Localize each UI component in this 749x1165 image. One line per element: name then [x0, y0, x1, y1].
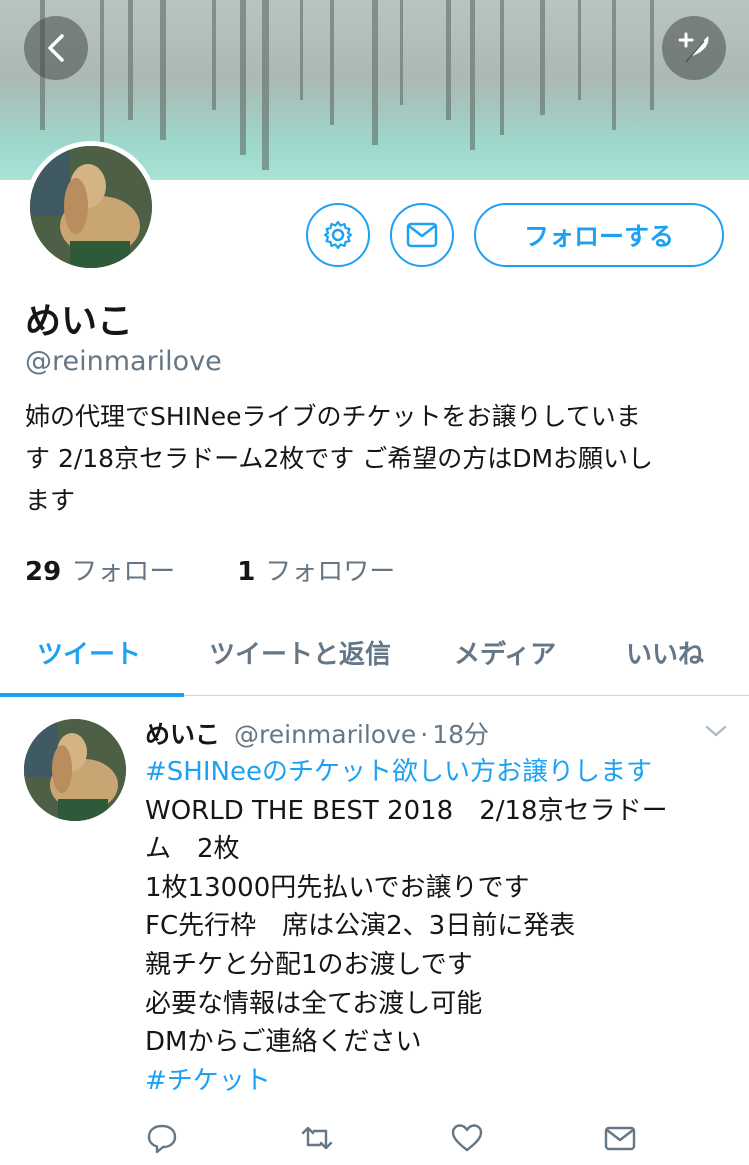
dog-photo-icon: [30, 146, 152, 268]
bio-line: す 2/18京セラドーム2枚です ご希望の方はDMお願いし: [25, 444, 654, 473]
tweet-actions: [0, 1121, 749, 1157]
tweet-hashtag[interactable]: #チケット: [145, 1062, 735, 1101]
bio-line: ます: [25, 486, 76, 515]
reply-bubble-icon[interactable]: [145, 1121, 179, 1155]
following-count: 29: [25, 557, 62, 587]
tweet-line: FC先行枠 席は公演2、3日前に発表: [145, 911, 576, 942]
tweet-item[interactable]: めいこ @reinmarilove · 18分 #SHINeeのチケット欲しい方…: [0, 697, 749, 1165]
avatar-image: [30, 146, 152, 268]
settings-button[interactable]: [306, 203, 370, 267]
envelope-icon: [406, 222, 438, 248]
tweet-hashtag-line[interactable]: #SHINeeのチケット欲しい方お譲りします: [145, 753, 735, 792]
profile-stats: 29 フォロー 1 フォロワー: [25, 551, 395, 588]
heart-icon[interactable]: [450, 1121, 484, 1155]
tab-likes[interactable]: いいね: [626, 634, 704, 671]
followers-stat[interactable]: 1 フォロワー: [237, 551, 395, 588]
tweet-line: WORLD THE BEST 2018 2/18京セラドー: [145, 795, 668, 826]
chevron-down-icon[interactable]: [704, 723, 728, 739]
profile-display-name: めいこ: [25, 301, 134, 342]
feather-plus-icon: [678, 32, 709, 63]
tweet-line: 必要な情報は全てお渡し可能: [145, 988, 483, 1019]
tweet-line: ム 2枚: [145, 834, 240, 865]
following-label: フォロー: [71, 557, 176, 587]
back-button[interactable]: [24, 16, 88, 80]
tweet-header: めいこ @reinmarilove · 18分: [145, 715, 489, 751]
follow-button[interactable]: フォローする: [474, 203, 724, 267]
tab-tweets[interactable]: ツイート: [37, 634, 141, 671]
bio-line: 姉の代理でSHINeeライブのチケットをお譲りしていま: [25, 402, 641, 431]
dog-photo-icon: [24, 719, 126, 821]
tweet-timestamp: 18分: [432, 720, 489, 749]
chevron-left-icon: [48, 34, 64, 62]
following-stat[interactable]: 29 フォロー: [25, 551, 175, 588]
tweet-author-name[interactable]: めいこ: [145, 715, 220, 751]
gear-icon: [323, 220, 353, 250]
compose-tweet-button[interactable]: [662, 16, 726, 80]
envelope-icon[interactable]: [603, 1121, 637, 1155]
profile-handle: @reinmarilove: [25, 346, 222, 377]
tweet-line: 親チケと分配1のお渡しです: [145, 949, 473, 980]
tab-media[interactable]: メディア: [454, 634, 556, 671]
followers-label: フォロワー: [265, 557, 396, 587]
tweet-text: #SHINeeのチケット欲しい方お譲りします WORLD THE BEST 20…: [145, 753, 735, 1100]
tab-tweets-and-replies[interactable]: ツイートと返信: [209, 634, 391, 671]
tweet-avatar[interactable]: [24, 719, 126, 821]
retweet-icon[interactable]: [300, 1121, 334, 1155]
tweet-line: 1枚13000円先払いでお譲りです: [145, 872, 530, 903]
profile-tabs: ツイート ツイートと返信 メディア いいね: [0, 612, 749, 697]
followers-count: 1: [237, 557, 256, 587]
profile-bio: 姉の代理でSHINeeライブのチケットをお譲りしていま す 2/18京セラドーム…: [25, 396, 725, 522]
profile-avatar[interactable]: [25, 141, 157, 273]
direct-message-button[interactable]: [390, 203, 454, 267]
tweet-author-handle[interactable]: @reinmarilove: [234, 720, 416, 749]
tweet-line: DMからご連絡ください: [145, 1027, 422, 1058]
tweet-separator: ·: [420, 720, 429, 749]
